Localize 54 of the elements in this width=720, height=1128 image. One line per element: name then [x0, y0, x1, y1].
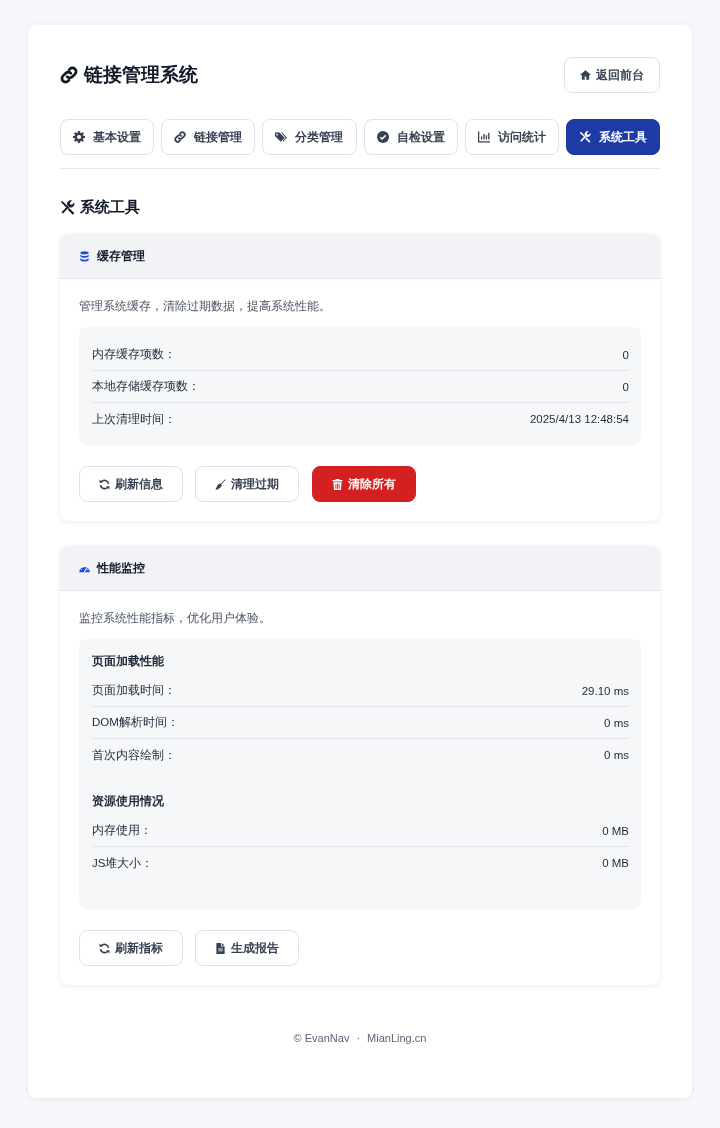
bar-chart-icon	[477, 131, 490, 143]
database-icon	[79, 250, 90, 262]
action-button[interactable]: 生成报告	[195, 930, 299, 966]
metric-value: 0 MB	[602, 857, 629, 869]
separator-dot: ·	[356, 1031, 361, 1046]
site-link[interactable]: MianLing.cn	[367, 1030, 427, 1046]
metric-label: JS堆大小：	[92, 855, 154, 871]
group-heading: 页面加载性能	[92, 653, 165, 670]
tab[interactable]: 自检设置	[363, 119, 458, 155]
metric-label: 本地存储缓存项数：	[92, 379, 200, 394]
link-icon	[174, 131, 187, 143]
card-description: 监控系统性能指标，优化用户体验。	[79, 611, 272, 626]
action-button[interactable]: 刷新信息	[79, 466, 183, 502]
metric-label: 内存使用：	[92, 823, 152, 838]
card-description: 管理系统缓存，清除过期数据，提高系统性能。	[79, 299, 332, 314]
metric-label: DOM解析时间：	[92, 715, 179, 730]
tools-icon	[578, 131, 591, 143]
file-icon	[215, 942, 226, 954]
tags-icon	[275, 131, 288, 143]
refresh-icon	[99, 478, 110, 490]
tools-icon	[60, 199, 75, 215]
broom-icon	[215, 478, 226, 490]
section-title: 系统工具	[80, 197, 140, 217]
metric-value: 0	[622, 348, 629, 361]
refresh-icon	[99, 942, 110, 954]
group-heading: 资源使用情况	[92, 793, 165, 810]
action-button[interactable]: 刷新指标	[79, 930, 183, 966]
trash-icon	[332, 478, 343, 490]
metric-label: 内存缓存项数：	[92, 347, 176, 362]
check-circle-icon	[376, 131, 389, 143]
tab[interactable]: 分类管理	[262, 119, 357, 155]
copyright-text: © EvanNav	[293, 1031, 350, 1046]
link-icon	[60, 66, 78, 84]
metric-value: 0 ms	[604, 716, 629, 729]
card-title: 缓存管理	[97, 248, 145, 264]
tab[interactable]: 链接管理	[161, 119, 256, 155]
metric-value: 0	[622, 380, 629, 393]
back-button[interactable]: 返回前台	[564, 57, 660, 93]
action-button[interactable]: 清理过期	[195, 466, 299, 502]
action-button[interactable]: 清除所有	[312, 466, 416, 502]
metric-value: 0 MB	[602, 824, 629, 837]
metric-value: 29.10 ms	[581, 684, 629, 697]
metric-label: 上次清理时间：	[92, 411, 176, 427]
tab[interactable]: 基本设置	[60, 119, 155, 155]
metric-value: 2025/4/13 12:48:54	[529, 413, 629, 425]
app-title: 链接管理系统	[84, 63, 198, 87]
metric-label: 页面加载时间：	[92, 683, 176, 698]
tab[interactable]: 访问统计	[464, 119, 559, 155]
tab[interactable]: 系统工具	[565, 119, 661, 155]
metric-label: 首次内容绘制：	[92, 747, 176, 763]
metric-value: 0 ms	[604, 749, 629, 761]
card-title: 性能监控	[97, 560, 145, 576]
home-icon	[580, 70, 591, 80]
gear-icon	[73, 131, 86, 143]
